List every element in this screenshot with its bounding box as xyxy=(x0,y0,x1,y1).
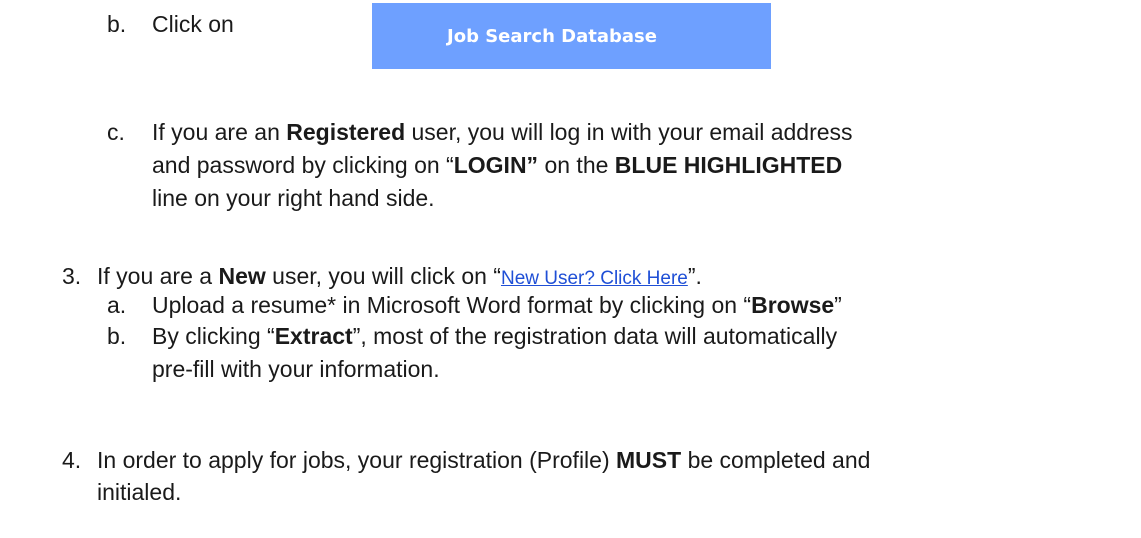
new-user-link[interactable]: New User? Click Here xyxy=(501,268,688,289)
bold-extract: Extract xyxy=(274,323,353,349)
text: ”. xyxy=(687,263,702,289)
bold-registered: Registered xyxy=(286,119,406,145)
list-marker-c: c. xyxy=(107,119,125,145)
bold-must: MUST xyxy=(616,447,682,473)
text: on the xyxy=(538,152,615,178)
text: and password by clicking on “ xyxy=(152,152,454,178)
step-c-line-1: If you are an Registered user, you will … xyxy=(152,118,853,146)
list-marker-a: a. xyxy=(107,292,127,318)
list-marker-b2: b. xyxy=(107,323,127,349)
step-b-text: Click on xyxy=(152,11,234,37)
text: user, you will click on “ xyxy=(265,263,501,289)
bold-blue-highlighted: BLUE HIGHLIGHTED xyxy=(614,152,843,178)
step-3a-line: Upload a resume* in Microsoft Word forma… xyxy=(152,291,842,319)
text: ”, most of the registration data will au… xyxy=(352,323,838,349)
step-4-line-2: initialed. xyxy=(97,479,182,505)
step-c-line-2: and password by clicking on “LOGIN” on t… xyxy=(152,151,842,179)
text: ” xyxy=(834,292,842,318)
list-marker-4: 4. xyxy=(62,447,82,473)
step-3b-line-1: By clicking “Extract”, most of the regis… xyxy=(152,322,837,350)
step-c-line-3: line on your right hand side. xyxy=(152,185,435,211)
job-search-database-button[interactable]: Job Search Database xyxy=(372,3,771,69)
bold-new: New xyxy=(218,263,266,289)
text: In order to apply for jobs, your registr… xyxy=(97,447,617,473)
step-4-line-1: In order to apply for jobs, your registr… xyxy=(97,446,870,474)
list-marker-3: 3. xyxy=(62,263,82,289)
text: If you are a xyxy=(97,263,219,289)
list-marker-b: b. xyxy=(107,11,127,37)
step-3b-line-2: pre-fill with your information. xyxy=(152,356,440,382)
bold-login: LOGIN” xyxy=(453,152,539,178)
text: If you are an xyxy=(152,119,287,145)
text: By clicking “ xyxy=(152,323,275,349)
bold-browse: Browse xyxy=(751,292,835,318)
text: user, you will log in with your email ad… xyxy=(405,119,853,145)
text: be completed and xyxy=(681,447,871,473)
text: Upload a resume* in Microsoft Word forma… xyxy=(152,292,752,318)
step-3-line: If you are a New user, you will click on… xyxy=(97,262,702,293)
